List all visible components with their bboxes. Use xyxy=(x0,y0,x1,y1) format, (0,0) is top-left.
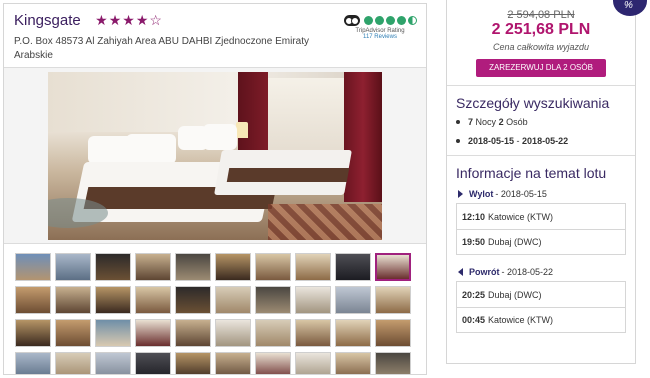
leg-time: 20:25 xyxy=(462,289,486,300)
photo-thumbnail[interactable] xyxy=(215,286,251,314)
photo-thumbnail[interactable] xyxy=(135,319,171,347)
flight-leg: 20:25 Dubaj (DWC) xyxy=(457,282,625,307)
photo-thumbnail[interactable] xyxy=(335,352,371,374)
outbound-header: Wylot - 2018-05-15 xyxy=(458,189,626,199)
leg-time: 12:10 xyxy=(462,211,486,222)
photo-thumbnail-selected[interactable] xyxy=(375,253,411,281)
photo-thumbnail[interactable] xyxy=(175,253,211,281)
persons-count: 2 xyxy=(498,117,504,127)
photo-thumbnail[interactable] xyxy=(55,319,91,347)
hotel-card: Kingsgate ★★★★☆ P.O. Box 48573 Al Zahiya… xyxy=(3,3,427,375)
current-price: 2 251,68 PLN xyxy=(491,21,591,38)
nights-label: Nocy xyxy=(475,117,497,127)
photo-thumbnail[interactable] xyxy=(15,286,51,314)
outbound-date: - 2018-05-15 xyxy=(495,189,547,199)
photo-thumbnail[interactable] xyxy=(95,253,131,281)
photo-thumbnail[interactable] xyxy=(95,286,131,314)
arrow-left-icon xyxy=(458,268,463,276)
photo-thumbnail[interactable] xyxy=(135,286,171,314)
search-details-title: Szczegóły wyszukiwania xyxy=(456,95,610,111)
rating-bubble-icon xyxy=(385,16,395,25)
rating-bubble-icon xyxy=(363,16,373,25)
photo-thumbnail[interactable] xyxy=(55,286,91,314)
leg-place: Katowice (KTW) xyxy=(488,315,554,325)
tripadvisor-rating[interactable]: TripAdvisor Rating 117 Reviews xyxy=(342,15,418,40)
photo-thumbnail[interactable] xyxy=(295,253,331,281)
price-box: 2 594,08 PLN 2 251,68 PLN Cena całkowita… xyxy=(447,0,635,86)
rating-bubble-icon xyxy=(374,16,384,25)
book-button[interactable]: ZAREZERWUJ DLA 2 OSÓB xyxy=(476,59,606,77)
photo-thumbnail[interactable] xyxy=(375,352,411,374)
photo-thumbnail[interactable] xyxy=(135,352,171,374)
leg-time: 00:45 xyxy=(462,315,486,325)
arrow-right-icon xyxy=(458,190,463,198)
date-to: 2018-05-22 xyxy=(522,136,569,146)
photo-thumbnail[interactable] xyxy=(335,286,371,314)
photo-thumbnail[interactable] xyxy=(255,319,291,347)
date-range-item: 2018-05-15 - 2018-05-22 xyxy=(456,136,626,146)
photo-thumbnail[interactable] xyxy=(15,319,51,347)
photo-thumbnail[interactable] xyxy=(335,253,371,281)
photo-thumbnail[interactable] xyxy=(175,286,211,314)
photo-thumbnail[interactable] xyxy=(55,253,91,281)
star-rating: ★★★★☆ xyxy=(95,12,163,28)
return-label: Powrót xyxy=(469,267,500,277)
photo-thumbnail[interactable] xyxy=(175,352,211,374)
flight-info: Informacje na temat lotu Wylot - 2018-05… xyxy=(447,165,635,333)
flight-leg: 00:45 Katowice (KTW) xyxy=(457,307,625,332)
photo-thumbnail[interactable] xyxy=(215,253,251,281)
photo-thumbnail[interactable] xyxy=(255,286,291,314)
flight-leg: 19:50 Dubaj (DWC) xyxy=(457,229,625,254)
tripadvisor-owl-icon xyxy=(343,15,360,26)
hotel-name[interactable]: Kingsgate xyxy=(14,12,81,29)
photo-thumbnail[interactable] xyxy=(295,319,331,347)
price-note: Cena całkowita wyjazdu xyxy=(492,42,590,52)
leg-place: Dubaj (DWC) xyxy=(488,289,542,300)
nights-persons-item: 7 Nocy 2 Osób xyxy=(456,117,626,127)
flight-info-title: Informacje na temat lotu xyxy=(456,165,607,181)
return-date: - 2018-05-22 xyxy=(501,267,554,277)
photo-thumbnail[interactable] xyxy=(15,253,51,281)
return-header: Powrót - 2018-05-22 xyxy=(458,267,626,277)
photo-thumbnail[interactable] xyxy=(335,319,371,347)
main-hotel-photo[interactable] xyxy=(48,72,382,240)
photo-thumbnail[interactable] xyxy=(255,253,291,281)
outbound-legs: 12:10 Katowice (KTW) 19:50 Dubaj (DWC) xyxy=(456,203,626,255)
search-details: Szczegóły wyszukiwania 7 Nocy 2 Osób 201… xyxy=(447,95,635,146)
photo-thumbnail[interactable] xyxy=(375,319,411,347)
photo-thumbnail[interactable] xyxy=(15,352,51,374)
photo-thumbnail[interactable] xyxy=(135,253,171,281)
hotel-header: Kingsgate ★★★★☆ P.O. Box 48573 Al Zahiya… xyxy=(4,4,426,68)
photo-thumbnail[interactable] xyxy=(215,352,251,374)
hotel-address: P.O. Box 48573 Al Zahiyah Area ABU DAHBI… xyxy=(14,36,309,61)
photo-thumbnail[interactable] xyxy=(295,286,331,314)
date-separator: - xyxy=(514,136,523,146)
nights-count: 7 xyxy=(468,117,474,127)
leg-place: Dubaj (DWC) xyxy=(488,237,542,247)
flight-leg: 12:10 Katowice (KTW) xyxy=(457,204,625,229)
discount-badge-glyph: % xyxy=(624,0,633,11)
tripadvisor-reviews-link[interactable]: 117 Reviews xyxy=(342,34,418,40)
photo-thumbnail[interactable] xyxy=(215,319,251,347)
date-from: 2018-05-15 xyxy=(468,136,515,146)
main-photo-area xyxy=(4,68,426,244)
photo-thumbnail[interactable] xyxy=(55,352,91,374)
photo-thumbnail[interactable] xyxy=(295,352,331,374)
photo-thumbnail[interactable] xyxy=(95,352,131,374)
photo-thumbnail[interactable] xyxy=(375,286,411,314)
leg-place: Katowice (KTW) xyxy=(488,211,554,222)
persons-label: Osób xyxy=(506,117,528,127)
rating-half-bubble-icon xyxy=(407,16,417,25)
photo-thumbnail[interactable] xyxy=(175,319,211,347)
return-legs: 20:25 Dubaj (DWC) 00:45 Katowice (KTW) xyxy=(456,281,626,333)
rating-bubble-icon xyxy=(396,16,406,25)
photo-thumbnail[interactable] xyxy=(95,319,131,347)
old-price: 2 594,08 PLN xyxy=(507,9,575,21)
booking-sidebar: % 2 594,08 PLN 2 251,68 PLN Cena całkowi… xyxy=(446,0,647,364)
leg-time: 19:50 xyxy=(462,237,486,247)
divider xyxy=(447,155,635,156)
outbound-label: Wylot xyxy=(469,189,494,199)
photo-thumbnail-grid xyxy=(15,253,415,374)
photo-thumbnail[interactable] xyxy=(255,352,291,374)
